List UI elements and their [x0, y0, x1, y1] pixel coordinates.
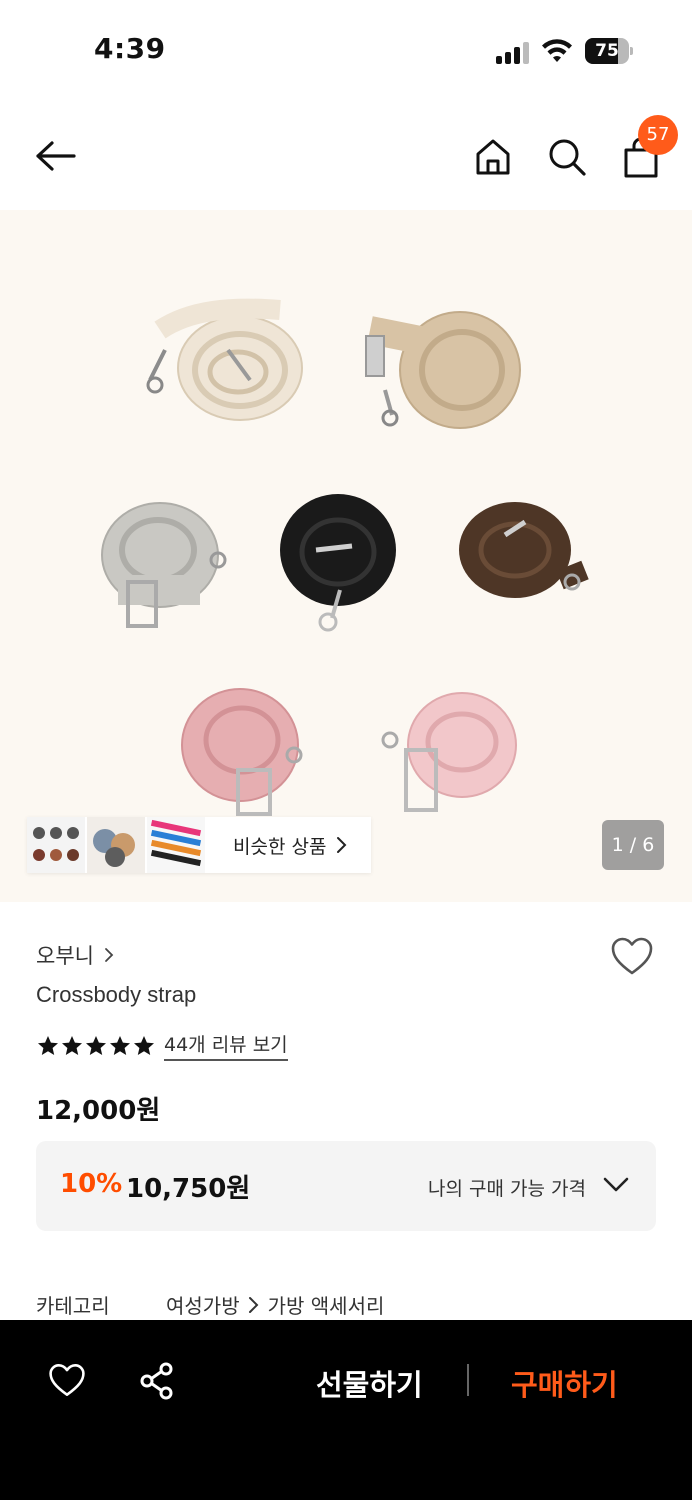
- category-level2[interactable]: 가방 액세서리: [268, 1290, 385, 1319]
- heart-icon: [49, 1364, 85, 1396]
- back-button[interactable]: [30, 130, 82, 182]
- wishlist-button[interactable]: [610, 936, 654, 980]
- bottom-action-bar: 선물하기 구매하기: [0, 1320, 692, 1500]
- brand-link[interactable]: 오부니: [36, 940, 114, 970]
- buy-button[interactable]: 구매하기: [511, 1362, 618, 1404]
- star-icon: [134, 1035, 154, 1055]
- original-price: 12,000원: [36, 1096, 161, 1126]
- chevron-right-icon: [105, 948, 114, 962]
- home-icon: [476, 139, 510, 175]
- home-button[interactable]: [470, 132, 516, 182]
- signal-icon: [496, 42, 532, 64]
- share-icon: [140, 1362, 173, 1400]
- chevron-right-icon: [248, 1296, 259, 1313]
- product-title: Crossbody strap: [36, 982, 197, 1007]
- similar-products-label: 비슷한 상품: [233, 835, 327, 858]
- category-label: 카테고리: [36, 1294, 110, 1318]
- star-icon: [38, 1035, 58, 1055]
- wifi-icon: [542, 39, 572, 62]
- heart-icon: [611, 937, 653, 975]
- image-pager: 1 / 6: [602, 820, 664, 870]
- brand-name: 오부니: [36, 944, 94, 968]
- discount-rate: 10%: [60, 1169, 123, 1199]
- star-icon: [110, 1035, 130, 1055]
- battery-icon: 75: [585, 38, 633, 64]
- status-time: 4:39: [94, 32, 166, 65]
- search-icon: [549, 139, 586, 176]
- rating-row: 44개 리뷰 보기: [36, 1030, 288, 1061]
- review-link[interactable]: 44개 리뷰 보기: [164, 1030, 288, 1061]
- discount-price: 10,750원: [126, 1174, 251, 1204]
- similar-thumbnail-3: [147, 817, 205, 873]
- star-icon: [62, 1035, 82, 1055]
- product-image: [101, 298, 589, 816]
- bottom-wishlist-button[interactable]: [48, 1362, 86, 1402]
- my-price-panel[interactable]: 10% 10,750원 나의 구매 가능 가격: [36, 1141, 656, 1231]
- cart-count-badge: 57: [638, 115, 678, 155]
- top-nav: [0, 100, 692, 210]
- product-image-gallery[interactable]: [0, 210, 692, 902]
- category-breadcrumb: 여성가방 가방 액세서리: [166, 1290, 384, 1319]
- status-bar: 4:39 75: [0, 0, 692, 100]
- my-price-label: 나의 구매 가능 가격: [428, 1178, 586, 1200]
- similar-products-button[interactable]: 비슷한 상품: [27, 817, 371, 873]
- back-arrow-icon: [36, 141, 76, 171]
- chevron-right-icon: [337, 837, 347, 853]
- rating-stars: [36, 1034, 156, 1058]
- share-button[interactable]: [139, 1362, 175, 1404]
- gift-button[interactable]: 선물하기: [316, 1362, 423, 1404]
- battery-level: 75: [595, 41, 619, 61]
- similar-thumbnail-1: [27, 817, 85, 873]
- search-button[interactable]: [544, 132, 590, 182]
- similar-thumbnail-2: [87, 817, 145, 873]
- chevron-down-icon: [603, 1177, 629, 1192]
- divider: [467, 1364, 469, 1396]
- star-icon: [86, 1035, 106, 1055]
- category-level1[interactable]: 여성가방: [166, 1290, 240, 1319]
